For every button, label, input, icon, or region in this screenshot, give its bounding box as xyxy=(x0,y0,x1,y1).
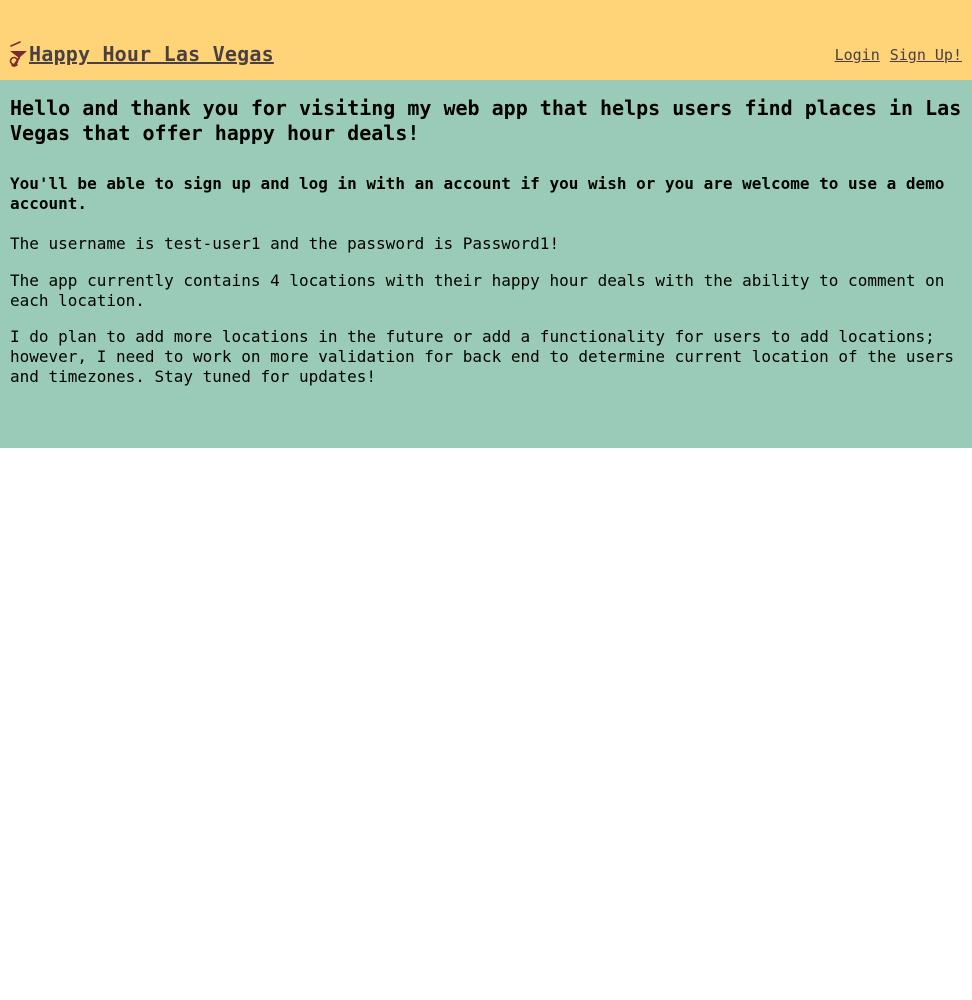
account-info-heading: You'll be able to sign up and log in wit… xyxy=(10,174,945,213)
site-title[interactable]: Happy Hour Las Vegas xyxy=(29,42,274,66)
welcome-section: Hello and thank you for visiting my web … xyxy=(0,80,972,448)
home-link[interactable]: Happy Hour Las Vegas xyxy=(8,40,274,68)
locations-info-text: The app currently contains 4 locations w… xyxy=(10,271,945,310)
demo-credentials-text: The username is test-user1 and the passw… xyxy=(10,234,560,253)
site-header: Happy Hour Las Vegas Login Sign Up! xyxy=(0,0,972,80)
auth-nav: Login Sign Up! xyxy=(835,46,962,64)
welcome-heading: Hello and thank you for visiting my web … xyxy=(10,96,962,145)
signup-link[interactable]: Sign Up! xyxy=(890,46,962,64)
future-plans-text: I do plan to add more locations in the f… xyxy=(10,327,955,386)
cocktail-glass-icon xyxy=(8,40,28,68)
login-link[interactable]: Login xyxy=(835,46,880,64)
